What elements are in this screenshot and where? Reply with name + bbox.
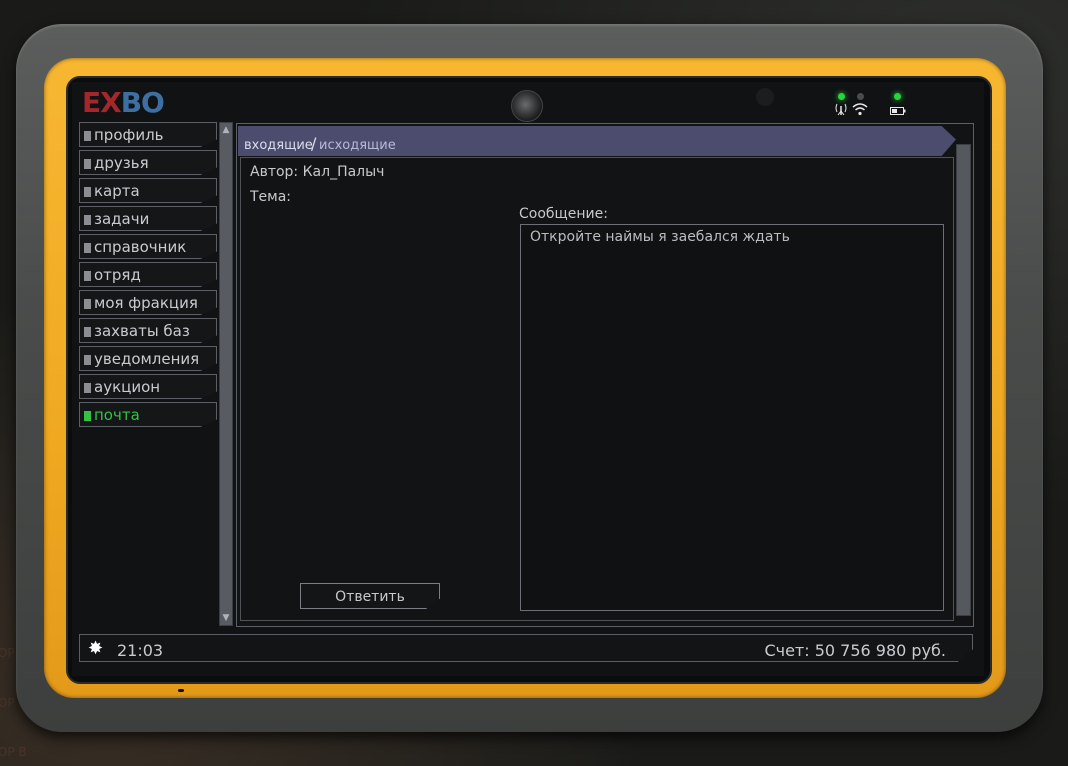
battery-led <box>894 93 901 100</box>
bullet-icon <box>84 187 91 197</box>
bezel-dot <box>178 689 184 692</box>
author-label: Автор: Кал_Палыч <box>250 164 385 180</box>
battery-icon <box>890 105 906 120</box>
wifi-icon <box>852 102 868 120</box>
menu-item-friends[interactable]: друзья <box>79 150 217 175</box>
reply-button[interactable]: Ответить <box>300 583 440 609</box>
account-balance: Счет: 50 756 980 руб. <box>764 641 946 660</box>
menu-item-label: почта <box>94 406 140 424</box>
signal-led <box>838 93 845 100</box>
menu-item-label: задачи <box>94 210 150 228</box>
menu-item-profile[interactable]: профиль <box>79 122 217 147</box>
bullet-icon <box>84 355 91 365</box>
menu-item-label: моя фракция <box>94 294 198 312</box>
menu-item-notifications[interactable]: уведомления <box>79 346 217 371</box>
scroll-up-icon[interactable]: ▲ <box>220 124 232 136</box>
message-label: Сообщение: <box>519 206 608 222</box>
tab-separator: / <box>311 134 317 153</box>
bullet-icon <box>84 411 91 421</box>
sidebar-scrollbar[interactable]: ▲ ▼ <box>219 122 233 626</box>
clock: 21:03 <box>117 641 164 660</box>
menu-item-label: захваты баз <box>94 322 190 340</box>
menu-item-my-faction[interactable]: моя фракция <box>79 290 217 315</box>
menu-item-squad[interactable]: отряд <box>79 262 217 287</box>
logo-part2: BO <box>120 86 165 119</box>
message-text: Откройте наймы я заебался ждать <box>530 229 790 245</box>
mail-scrollbar[interactable] <box>956 144 971 616</box>
menu-item-label: уведомления <box>94 350 200 368</box>
bullet-icon <box>84 131 91 141</box>
subject-label: Тема: <box>250 189 292 205</box>
menu-item-auction[interactable]: аукцион <box>79 374 217 399</box>
menu-item-label: отряд <box>94 266 141 284</box>
tab-outgoing[interactable]: исходящие <box>319 138 396 153</box>
wifi-led <box>857 93 864 100</box>
tab-incoming[interactable]: входящие <box>244 138 313 153</box>
light-sensor <box>756 88 774 106</box>
bullet-icon <box>84 327 91 337</box>
message-body <box>520 224 944 611</box>
antenna-icon <box>834 102 848 120</box>
menu-item-label: аукцион <box>94 378 161 396</box>
sun-icon: ✸ <box>88 638 104 659</box>
background-label: OP B <box>0 745 27 759</box>
scroll-down-icon[interactable]: ▼ <box>220 612 232 624</box>
menu-item-tasks[interactable]: задачи <box>79 206 217 231</box>
exbo-logo: EXBO <box>82 86 165 119</box>
background-label: OP <box>0 646 15 660</box>
menu-item-map[interactable]: карта <box>79 178 217 203</box>
bullet-icon <box>84 383 91 393</box>
menu-item-label: карта <box>94 182 140 200</box>
bullet-icon <box>84 159 91 169</box>
logo-part1: EX <box>82 86 122 119</box>
menu-item-label: справочник <box>94 238 187 256</box>
menu-item-mail[interactable]: почта <box>79 402 217 427</box>
bullet-icon <box>84 243 91 253</box>
menu-item-label: профиль <box>94 126 164 144</box>
bullet-icon <box>84 215 91 225</box>
menu-item-reference[interactable]: справочник <box>79 234 217 259</box>
bullet-icon <box>84 271 91 281</box>
menu-item-label: друзья <box>94 154 149 172</box>
bullet-icon <box>84 299 91 309</box>
camera-lens <box>511 90 543 122</box>
menu-item-base-captures[interactable]: захваты баз <box>79 318 217 343</box>
